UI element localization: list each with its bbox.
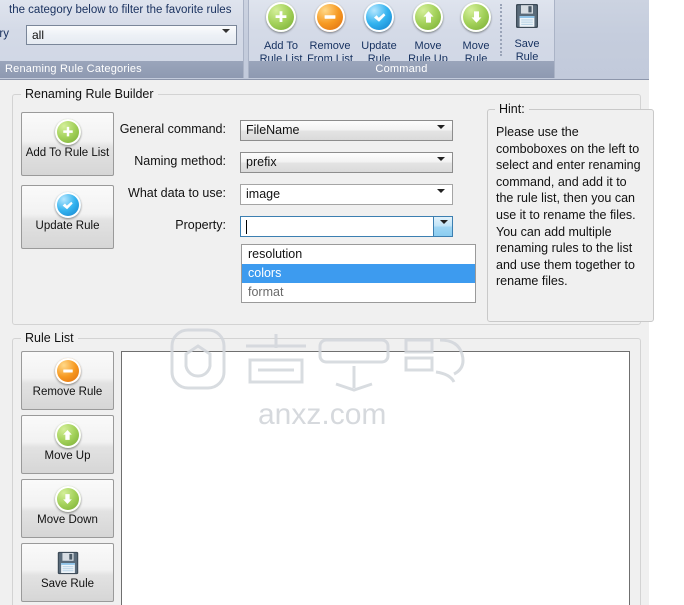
what-data-to-use-label: What data to use: xyxy=(128,186,226,200)
arrow-down-circle-icon xyxy=(461,2,491,32)
check-circle-icon xyxy=(364,2,394,32)
renaming-rule-builder-group: Renaming Rule Builder Add To Rule List U… xyxy=(12,87,654,325)
property-label: Property: xyxy=(175,218,226,232)
save-rule-button[interactable]: Save Rule xyxy=(21,543,114,602)
remove-rule-button[interactable]: Remove Rule xyxy=(21,351,114,410)
ribbon-save-rule-button[interactable]: Save Rule xyxy=(504,2,550,63)
app-window: the category below to filter the favorit… xyxy=(0,0,684,605)
hint-text: Please use the comboboxes on the left to… xyxy=(496,125,641,289)
move-down-button[interactable]: Move Down xyxy=(21,479,114,538)
field-row-property: Property: xyxy=(123,216,453,241)
general-command-combobox[interactable]: FileName xyxy=(240,120,453,146)
rule-list-group: Rule List Remove Rule Move Up Move Down … xyxy=(12,331,641,605)
chevron-down-icon xyxy=(437,189,445,211)
add-to-rule-list-button[interactable]: Add To Rule List xyxy=(21,112,114,176)
ribbon-update-rule-button[interactable]: Update Rule xyxy=(353,2,405,65)
property-dropdown-list[interactable]: resolution colors format xyxy=(241,244,476,303)
builder-legend: Renaming Rule Builder xyxy=(21,87,158,101)
ribbon-separator xyxy=(500,4,503,56)
category-combobox-value: all xyxy=(32,28,45,42)
command-group-title: Command xyxy=(249,61,554,78)
general-command-label: General command: xyxy=(119,122,226,136)
chevron-down-icon xyxy=(437,125,445,147)
field-row-general-command: General command: FileName xyxy=(119,120,453,146)
categories-group-title: Renaming Rule Categories xyxy=(0,61,243,78)
dropdown-option-resolution[interactable]: resolution xyxy=(242,245,475,264)
hint-groupbox: Hint: Please use the comboboxes on the l… xyxy=(487,102,654,322)
what-data-to-use-combobox[interactable]: image xyxy=(240,184,453,210)
check-circle-icon xyxy=(54,192,81,218)
main-panel: Renaming Rule Builder Add To Rule List U… xyxy=(0,80,654,605)
builder-button-label: Add To Rule List xyxy=(25,147,110,159)
rule-list-listbox[interactable] xyxy=(121,351,630,605)
what-data-to-use-value: image xyxy=(246,187,281,201)
hint-legend: Hint: xyxy=(495,102,529,116)
general-command-value: FileName xyxy=(246,123,300,137)
plus-circle-icon xyxy=(266,2,296,32)
ribbon-button-label: Save Rule xyxy=(514,38,540,63)
field-row-naming-method: Naming method: prefix xyxy=(123,152,453,178)
ribbon-bar: the category below to filter the favorit… xyxy=(0,0,649,80)
chevron-down-icon xyxy=(440,220,448,242)
plus-circle-icon xyxy=(54,119,81,145)
ribbon-move-rule-up-button[interactable]: Move Rule Up xyxy=(402,2,454,65)
categories-group-body: the category below to filter the favorit… xyxy=(0,0,243,61)
rule-list-button-label: Remove Rule xyxy=(32,386,103,398)
builder-button-label: Update Rule xyxy=(35,220,100,232)
chevron-down-icon xyxy=(437,157,445,179)
update-rule-button[interactable]: Update Rule xyxy=(21,185,114,249)
category-hint-text: the category below to filter the favorit… xyxy=(9,4,232,16)
arrow-up-circle-icon xyxy=(54,422,81,448)
rule-list-button-label: Move Down xyxy=(37,514,98,526)
arrow-down-circle-icon xyxy=(54,486,81,512)
category-combobox[interactable]: all xyxy=(26,25,237,50)
property-dropdown-button[interactable] xyxy=(433,217,452,241)
rule-list-button-label: Move Up xyxy=(44,450,91,462)
dropdown-option-format[interactable]: format xyxy=(242,283,475,302)
move-up-button[interactable]: Move Up xyxy=(21,415,114,474)
command-group-body: Add To Rule List Remove From List Update… xyxy=(249,0,554,77)
floppy-disk-icon xyxy=(55,550,81,576)
naming-method-label: Naming method: xyxy=(134,154,226,168)
text-cursor xyxy=(246,220,247,234)
ribbon-group-command: Add To Rule List Remove From List Update… xyxy=(248,0,555,78)
arrow-up-circle-icon xyxy=(413,2,443,32)
rule-list-button-label: Save Rule xyxy=(40,578,95,590)
ribbon-group-categories: the category below to filter the favorit… xyxy=(0,0,244,78)
property-combobox[interactable] xyxy=(240,216,453,241)
rule-list-legend: Rule List xyxy=(21,331,78,345)
minus-circle-icon xyxy=(54,358,81,384)
floppy-disk-icon xyxy=(513,2,541,30)
naming-method-value: prefix xyxy=(246,155,277,169)
dropdown-option-colors[interactable]: colors xyxy=(242,264,475,283)
naming-method-combobox[interactable]: prefix xyxy=(240,152,453,178)
minus-circle-icon xyxy=(315,2,345,32)
ribbon-remove-from-list-button[interactable]: Remove From List xyxy=(304,2,356,65)
category-label: ory xyxy=(0,28,9,40)
ribbon-add-to-rule-list-button[interactable]: Add To Rule List xyxy=(255,2,307,65)
field-row-what-data-to-use: What data to use: image xyxy=(123,184,453,210)
chevron-down-icon xyxy=(222,29,230,51)
